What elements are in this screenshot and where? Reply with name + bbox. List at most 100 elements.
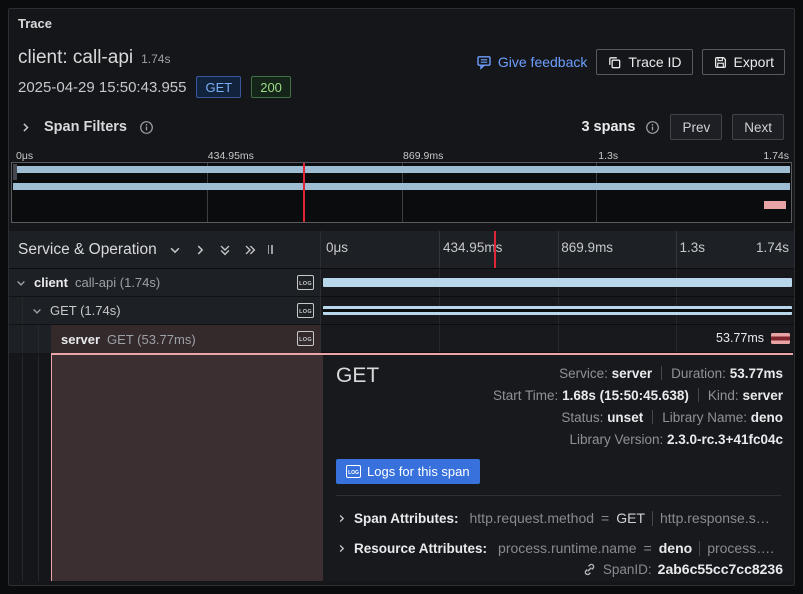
chevron-down-icon[interactable] <box>168 243 182 257</box>
span-bar-server[interactable] <box>771 333 790 344</box>
tick-label: 1.74s <box>756 240 789 255</box>
span-logs-icon[interactable]: LOG <box>297 275 314 290</box>
log-icon: LOG <box>346 465 361 478</box>
span-row-get[interactable]: GET (1.74s) LOG <box>9 297 794 325</box>
span-service: server <box>61 332 100 347</box>
chevron-down-icon[interactable] <box>31 305 43 317</box>
tick-line <box>676 231 677 268</box>
span-filters-toggle[interactable]: Span Filters <box>19 119 154 135</box>
trace-id-button[interactable]: Trace ID <box>596 49 692 75</box>
tick-label: 0μs <box>16 150 33 162</box>
span-row-client[interactable]: client call-api (1.74s) LOG <box>9 269 794 297</box>
row-gridline <box>676 325 677 352</box>
minimap-span-bar-client <box>13 166 790 173</box>
chevron-right-icon <box>19 121 32 134</box>
panel-title: Trace <box>18 16 52 31</box>
give-feedback-link[interactable]: Give feedback <box>476 54 588 70</box>
span-service: client <box>34 275 68 290</box>
logs-for-span-button[interactable]: LOG Logs for this span <box>336 459 480 484</box>
chevron-right-icon <box>336 513 347 524</box>
save-icon <box>713 55 728 70</box>
indent-guide <box>22 297 23 324</box>
tick-line <box>558 231 559 268</box>
span-operation: GET (53.77ms) <box>107 332 196 347</box>
span-bar-cell <box>321 297 794 325</box>
span-detail-title: GET <box>336 364 379 388</box>
chevron-right-icon <box>336 543 347 554</box>
span-attributes-expander[interactable]: Span Attributes: http.request.method = G… <box>336 507 783 529</box>
resource-attributes-expander[interactable]: Resource Attributes: process.runtime.nam… <box>336 537 783 559</box>
tick-label: 869.9ms <box>561 240 613 255</box>
minimap-drag-handle[interactable] <box>13 164 17 180</box>
timeline-header: Service & Operation 0μs <box>9 231 794 269</box>
trace-header-title: client: call-api 1.74s <box>18 47 170 69</box>
detail-indent-area <box>9 355 51 581</box>
trace-panel: Trace client: call-api 1.74s Give feedbac… <box>8 8 795 586</box>
link-icon[interactable] <box>582 562 597 577</box>
span-logs-icon[interactable]: LOG <box>297 303 314 318</box>
indent-guide <box>22 325 23 353</box>
trace-root-span-name: client: call-api <box>18 47 133 68</box>
trace-duration: 1.74s <box>141 52 170 66</box>
double-chevron-down-icon[interactable] <box>218 243 232 257</box>
attr-separator <box>699 541 700 556</box>
attr-separator <box>652 511 653 526</box>
detail-divider <box>336 495 781 496</box>
tick-line <box>439 231 440 268</box>
detail-field-line: Status: unsetLibrary Name: deno <box>493 410 783 432</box>
tick-label: 434.95ms <box>208 150 254 162</box>
tick-label: 1.74s <box>763 150 789 162</box>
service-operation-header: Service & Operation <box>9 231 321 268</box>
copy-icon <box>607 55 622 70</box>
tick-label: 1.3s <box>598 150 618 162</box>
span-row-server-selected[interactable]: server GET (53.77ms) LOG 53.77ms <box>9 325 794 353</box>
minimap-span-bar-get <box>13 183 790 190</box>
chevron-down-icon[interactable] <box>15 277 27 289</box>
header-actions: Give feedback Trace ID Export <box>476 49 785 75</box>
trace-meta-row: 2025-04-29 15:50:43.955 GET 200 <box>18 76 291 98</box>
minimap-span-bar-server <box>764 201 786 209</box>
info-icon[interactable] <box>139 120 154 135</box>
span-nav: 3 spans Prev Next <box>581 114 784 140</box>
selected-span-divider <box>51 353 793 355</box>
span-bar-get[interactable] <box>323 306 792 315</box>
column-resize-handle[interactable] <box>268 245 273 254</box>
span-logs-icon[interactable]: LOG <box>297 331 314 346</box>
timeline-tick-header: 0μs 434.95ms 869.9ms 1.3s 1.74s <box>321 231 794 268</box>
trace-view-screen: Trace client: call-api 1.74s Give feedbac… <box>0 0 803 594</box>
span-name-cell: client call-api (1.74s) LOG <box>9 269 321 297</box>
span-operation: call-api (1.74s) <box>75 275 160 290</box>
service-operation-label: Service & Operation <box>18 241 157 259</box>
selected-span-detail-left <box>51 355 323 581</box>
row-gridline <box>558 325 559 352</box>
info-icon[interactable] <box>645 120 660 135</box>
detail-field-line: Start Time: 1.68s (15:50:45.638)Kind: se… <box>493 388 783 410</box>
tick-label: 1.3s <box>680 240 706 255</box>
span-bar-cell: 53.77ms <box>321 325 794 353</box>
method-badge: GET <box>196 76 241 98</box>
minimap-critical-cursor <box>303 163 305 222</box>
span-bar-duration-label: 53.77ms <box>716 331 764 345</box>
trace-minimap[interactable] <box>11 162 792 223</box>
span-bar-client[interactable] <box>323 278 792 287</box>
indent-guide <box>22 355 23 581</box>
comment-icon <box>476 54 492 70</box>
span-filters-bar: Span Filters 3 spans Prev Next <box>9 109 794 145</box>
double-chevron-right-icon[interactable] <box>243 243 257 257</box>
trace-start-timestamp: 2025-04-29 15:50:43.955 <box>18 79 186 96</box>
prev-span-button[interactable]: Prev <box>670 114 722 140</box>
span-bar-cell <box>321 269 794 297</box>
span-count: 3 spans <box>581 119 635 135</box>
indent-guide <box>38 355 39 581</box>
row-gridline <box>439 325 440 352</box>
minimap-tick-labels: 0μs 434.95ms 869.9ms 1.3s 1.74s <box>11 150 792 162</box>
span-name-cell: server GET (53.77ms) LOG <box>9 325 321 353</box>
next-span-button[interactable]: Next <box>732 114 784 140</box>
chevron-right-icon[interactable] <box>193 243 207 257</box>
span-id-footer: SpanID: 2ab6c55cc7cc8236 <box>582 559 783 579</box>
timeline-critical-cursor <box>494 231 496 268</box>
tick-label: 869.9ms <box>403 150 443 162</box>
span-detail-panel: GET Service: serverDuration: 53.77ms Sta… <box>323 355 793 581</box>
export-button[interactable]: Export <box>702 49 785 75</box>
detail-field-line: Service: serverDuration: 53.77ms <box>493 366 783 388</box>
